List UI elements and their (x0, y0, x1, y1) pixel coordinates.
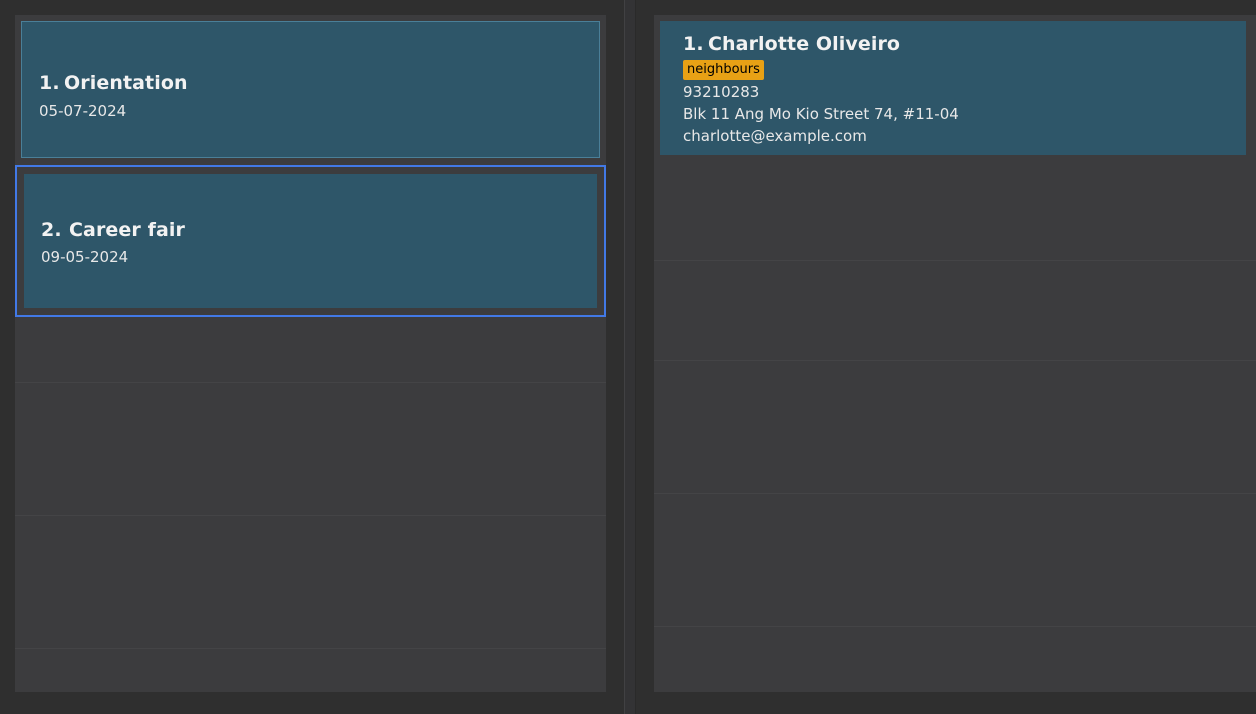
person-phone: 93210283 (683, 83, 760, 101)
list-row-divider (654, 493, 1256, 494)
list-row-divider (15, 382, 606, 383)
list-row-divider (654, 626, 1256, 627)
event-index: 2. (41, 219, 62, 241)
person-list-panel[interactable]: 1. Charlotte Oliveiro neighbours 9321028… (654, 15, 1256, 692)
event-name: Career fair (69, 219, 185, 241)
event-date: 09-05-2024 (41, 248, 129, 266)
event-index: 1. (39, 72, 60, 94)
list-row-divider (654, 360, 1256, 361)
event-card[interactable]: 1. Orientation 05-07-2024 (21, 21, 600, 158)
event-name: Orientation (64, 72, 188, 94)
person-address: Blk 11 Ang Mo Kio Street 74, #11-04 (683, 105, 959, 123)
selected-event-cell[interactable]: 2. Career fair 09-05-2024 (15, 165, 606, 317)
person-index: 1. (683, 33, 704, 55)
list-row-divider (15, 648, 606, 649)
tag-badge: neighbours (683, 60, 764, 80)
event-card[interactable]: 2. Career fair 09-05-2024 (24, 174, 597, 308)
event-list-panel[interactable]: 1. Orientation 05-07-2024 2. Career fair… (15, 15, 606, 692)
list-row-divider (654, 260, 1256, 261)
person-email: charlotte@example.com (683, 127, 867, 145)
event-date: 05-07-2024 (39, 102, 127, 120)
person-card[interactable]: 1. Charlotte Oliveiro neighbours 9321028… (660, 21, 1246, 155)
split-pane-divider[interactable] (624, 0, 636, 714)
list-row-divider (15, 515, 606, 516)
person-name: Charlotte Oliveiro (708, 33, 901, 55)
